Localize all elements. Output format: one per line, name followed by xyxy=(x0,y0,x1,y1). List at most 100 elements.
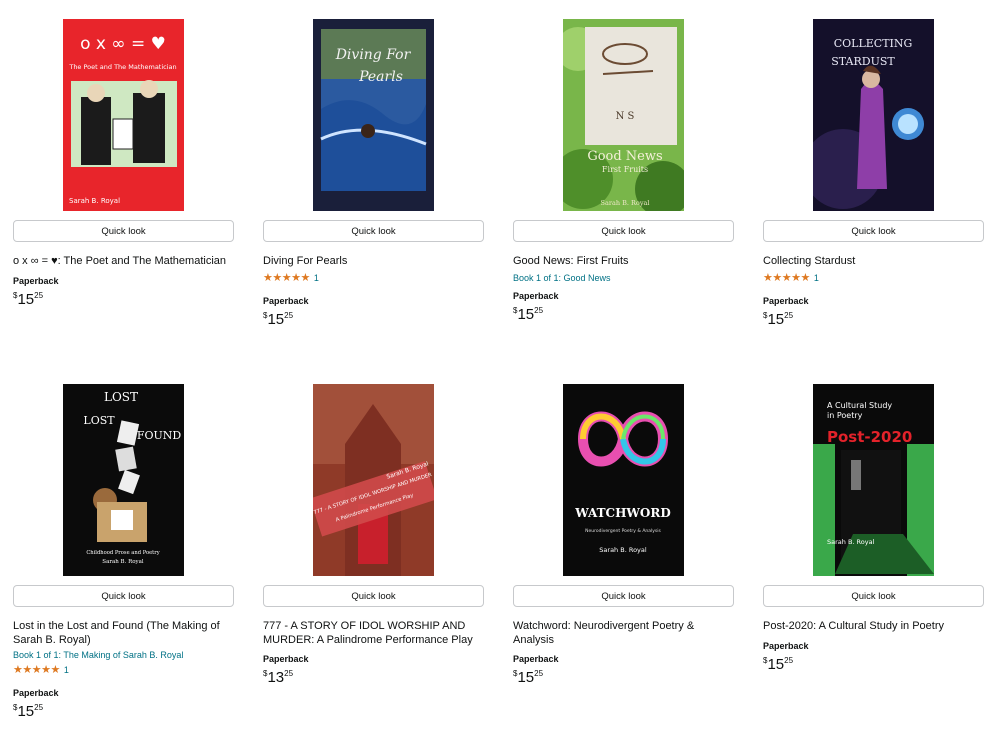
price-whole: 15 xyxy=(17,703,35,720)
book-cover-image[interactable]: LOST LOST FOUND Childhood Prose and Poet… xyxy=(63,384,184,576)
price-whole: 13 xyxy=(267,669,285,686)
cover-title-text: Good News xyxy=(587,149,662,164)
book-cover-image[interactable]: Diving For Pearls xyxy=(313,19,434,211)
format-label[interactable]: Paperback xyxy=(513,291,559,301)
cover-art: COLLECTING STARDUST xyxy=(813,19,934,211)
price-whole: 15 xyxy=(17,291,35,308)
product-card: A Cultural Study in Poetry Post-2020 Sar… xyxy=(763,384,985,704)
quick-look-button[interactable]: Quick look xyxy=(263,585,484,607)
star-rating-icon: ★★★★★ xyxy=(263,272,310,284)
rating[interactable]: ★★★★★ 1 xyxy=(763,272,819,284)
format-label[interactable]: Paperback xyxy=(263,654,309,664)
cover-author-text: Sarah B. Royal xyxy=(69,197,120,205)
book-cover-image[interactable]: WATCHWORD Neurodivergent Poetry & Analys… xyxy=(563,384,684,576)
svg-text:N S: N S xyxy=(616,111,635,122)
price-fraction: 25 xyxy=(784,656,794,665)
series-link[interactable]: Book 1 of 1: The Making of Sarah B. Roya… xyxy=(13,650,183,660)
format-label[interactable]: Paperback xyxy=(763,296,809,306)
cover-title-text: Diving For xyxy=(335,47,412,63)
price: $ 15 25 xyxy=(763,311,793,329)
price: $ 13 25 xyxy=(263,669,293,687)
cover-author-text: Sarah B. Royal xyxy=(827,538,875,546)
quick-look-button[interactable]: Quick look xyxy=(13,220,234,242)
quick-look-button[interactable]: Quick look xyxy=(513,220,734,242)
price: $ 15 25 xyxy=(763,656,793,674)
price-whole: 15 xyxy=(267,311,285,328)
quick-look-button[interactable]: Quick look xyxy=(763,220,984,242)
product-title-link[interactable]: Watchword: Neurodivergent Poetry & Analy… xyxy=(513,619,735,647)
price-whole: 15 xyxy=(767,311,785,328)
format-label[interactable]: Paperback xyxy=(263,296,309,306)
book-cover-image[interactable]: o x ∞ = ♥ The Poet and The Mathematician… xyxy=(63,19,184,211)
price: $ 15 25 xyxy=(513,669,543,687)
cover-art: 777 - A STORY OF IDOL WORSHIP AND MURDER… xyxy=(313,384,434,576)
star-rating-icon: ★★★★★ xyxy=(763,272,810,284)
cover-art: WATCHWORD Neurodivergent Poetry & Analys… xyxy=(563,384,684,576)
product-title-link[interactable]: o x ∞ = ♥: The Poet and The Mathematicia… xyxy=(13,254,235,268)
price-fraction: 25 xyxy=(784,311,794,320)
product-card: Diving For Pearls Quick look Diving For … xyxy=(263,19,485,339)
rating-count[interactable]: 1 xyxy=(64,665,69,675)
book-cover-image[interactable]: A Cultural Study in Poetry Post-2020 Sar… xyxy=(813,384,934,576)
price: $ 15 25 xyxy=(13,291,43,309)
product-card: 777 - A STORY OF IDOL WORSHIP AND MURDER… xyxy=(263,384,485,704)
svg-text:LOST: LOST xyxy=(104,390,138,404)
cover-author-text: Sarah B. Royal xyxy=(601,199,650,207)
cover-title-text: o x ∞ = ♥ xyxy=(80,34,166,54)
book-cover-image[interactable]: N S Good News First Fruits Sarah B. Roya… xyxy=(563,19,684,211)
price: $ 15 25 xyxy=(513,306,543,324)
format-label[interactable]: Paperback xyxy=(13,276,59,286)
product-card: COLLECTING STARDUST Quick look Collectin… xyxy=(763,19,985,339)
cover-art: Diving For Pearls xyxy=(313,19,434,211)
cover-subtitle-text: Neurodivergent Poetry & Analysis xyxy=(585,528,661,534)
product-title-link[interactable]: Diving For Pearls xyxy=(263,254,485,268)
price-whole: 15 xyxy=(517,306,535,323)
quick-look-button[interactable]: Quick look xyxy=(13,585,234,607)
rating[interactable]: ★★★★★ 1 xyxy=(263,272,319,284)
cover-title-text: WATCHWORD xyxy=(574,506,671,520)
cover-subtitle-text: STARDUST xyxy=(831,55,895,68)
cover-art: o x ∞ = ♥ The Poet and The Mathematician… xyxy=(63,19,184,211)
svg-text:FOUND: FOUND xyxy=(137,429,182,442)
cover-subtitle-text: The Poet and The Mathematician xyxy=(68,63,176,71)
product-card: WATCHWORD Neurodivergent Poetry & Analys… xyxy=(513,384,735,704)
book-cover-image[interactable]: COLLECTING STARDUST xyxy=(813,19,934,211)
cover-subtitle-text: Childhood Prose and Poetry xyxy=(86,550,159,556)
price-fraction: 25 xyxy=(284,311,294,320)
series-link[interactable]: Book 1 of 1: Good News xyxy=(513,273,611,283)
quick-look-button[interactable]: Quick look xyxy=(513,585,734,607)
format-label[interactable]: Paperback xyxy=(13,688,59,698)
price: $ 15 25 xyxy=(13,703,43,721)
cover-art: N S Good News First Fruits Sarah B. Roya… xyxy=(563,19,684,211)
book-cover-image[interactable]: 777 - A STORY OF IDOL WORSHIP AND MURDER… xyxy=(313,384,434,576)
product-title-link[interactable]: 777 - A STORY OF IDOL WORSHIP AND MURDER… xyxy=(263,619,485,647)
cover-subtitle-text: Post-2020 xyxy=(827,428,912,446)
product-title-link[interactable]: Good News: First Fruits xyxy=(513,254,735,268)
cover-author-text: Sarah B. Royal xyxy=(102,559,144,565)
cover-subtitle-text: First Fruits xyxy=(602,165,648,174)
price-fraction: 25 xyxy=(284,669,294,678)
price-whole: 15 xyxy=(767,656,785,673)
product-title-link[interactable]: Post-2020: A Cultural Study in Poetry xyxy=(763,619,985,633)
quick-look-button[interactable]: Quick look xyxy=(763,585,984,607)
product-card: LOST LOST FOUND Childhood Prose and Poet… xyxy=(13,384,235,734)
quick-look-button[interactable]: Quick look xyxy=(263,220,484,242)
cover-art: A Cultural Study in Poetry Post-2020 Sar… xyxy=(813,384,934,576)
product-title-link[interactable]: Lost in the Lost and Found (The Making o… xyxy=(13,619,235,647)
cover-subtitle-text: Pearls xyxy=(358,69,403,85)
svg-text:A Cultural Study: A Cultural Study xyxy=(827,401,892,410)
star-rating-icon: ★★★★★ xyxy=(13,664,60,676)
format-label[interactable]: Paperback xyxy=(763,641,809,651)
product-title-link[interactable]: Collecting Stardust xyxy=(763,254,985,268)
price-fraction: 25 xyxy=(34,703,44,712)
product-card: N S Good News First Fruits Sarah B. Roya… xyxy=(513,19,735,339)
rating[interactable]: ★★★★★ 1 xyxy=(13,664,69,676)
format-label[interactable]: Paperback xyxy=(513,654,559,664)
price-fraction: 25 xyxy=(534,306,544,315)
rating-count[interactable]: 1 xyxy=(314,273,319,283)
price-fraction: 25 xyxy=(34,291,44,300)
rating-count[interactable]: 1 xyxy=(814,273,819,283)
price: $ 15 25 xyxy=(263,311,293,329)
product-card: o x ∞ = ♥ The Poet and The Mathematician… xyxy=(13,19,235,319)
price-fraction: 25 xyxy=(534,669,544,678)
